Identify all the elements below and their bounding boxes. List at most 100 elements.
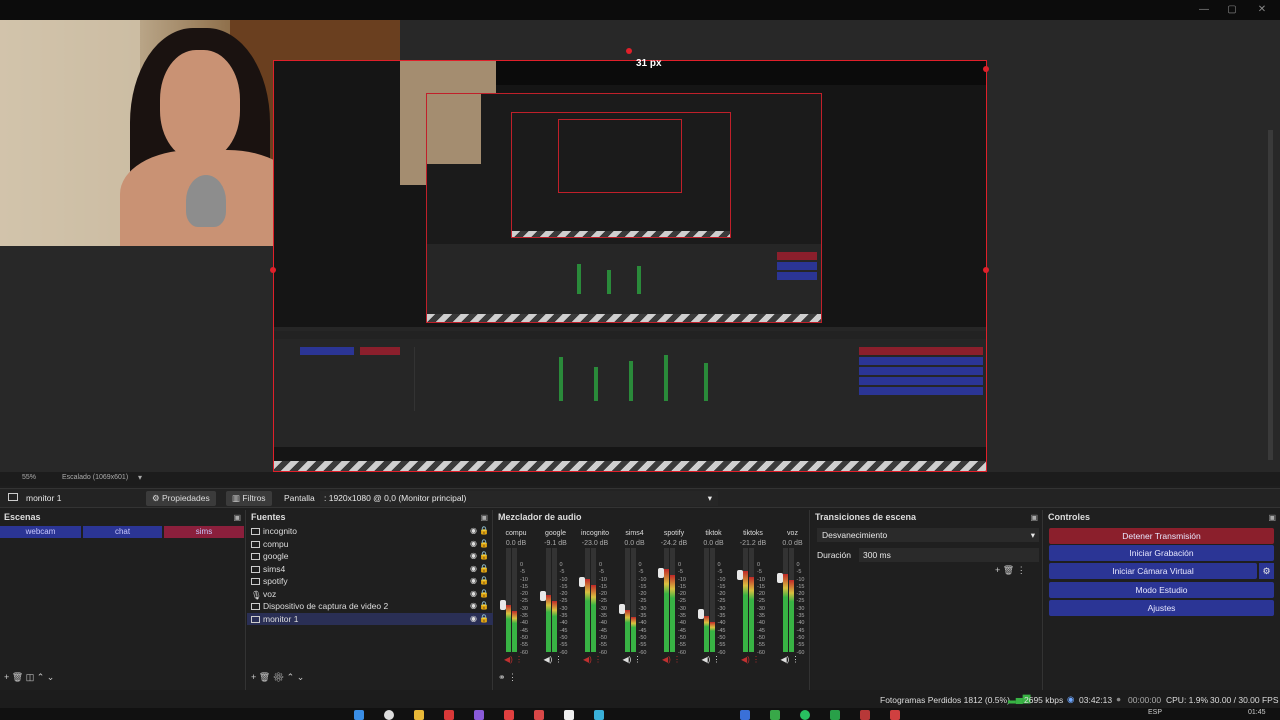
eye-icon[interactable]: ◉ (470, 525, 477, 538)
filter-icon[interactable]: ◫ (26, 672, 37, 682)
source-item[interactable]: 🎙voz ◉ 🔒 (247, 588, 493, 601)
app-icon[interactable] (860, 710, 870, 720)
speaker-icon[interactable]: ◀) ⋮ (781, 655, 800, 664)
source-item[interactable]: Dispositivo de captura de video 2 ◉ 🔒 (247, 600, 493, 613)
gear-icon[interactable]: ⚙ (273, 672, 287, 682)
eye-icon[interactable]: ◉ (470, 550, 477, 563)
studio-mode-button[interactable]: Modo Estudio (1049, 582, 1274, 598)
resize-handle-top[interactable] (626, 48, 632, 54)
app-icon[interactable] (740, 710, 750, 720)
speaker-icon[interactable]: ◀) ⋮ (662, 655, 681, 664)
duration-input[interactable]: 300 ms (859, 548, 1039, 562)
resize-handle-top-right[interactable] (983, 66, 989, 72)
scene-sims[interactable]: sims (164, 526, 244, 538)
minimize-icon[interactable]: — (1194, 3, 1214, 17)
stop-stream-button[interactable]: Detener Transmisión (1049, 528, 1274, 544)
volume-slider[interactable] (776, 572, 783, 583)
close-icon[interactable]: ✕ (1252, 3, 1272, 17)
app-icon[interactable] (534, 710, 544, 720)
settings-button[interactable]: Ajustes (1049, 600, 1274, 616)
scene-webcam[interactable]: webcam (0, 526, 81, 538)
source-item[interactable]: sims4 ◉ 🔒 (247, 563, 493, 576)
speaker-icon[interactable]: ◀) ⋮ (504, 655, 523, 664)
volume-slider[interactable] (539, 590, 546, 601)
eye-icon[interactable]: ◉ (470, 588, 477, 601)
eye-icon[interactable]: ◉ (470, 613, 477, 626)
source-item-selected[interactable]: monitor 1 ◉ 🔒 (247, 612, 493, 626)
speaker-icon[interactable]: ◀) ⋮ (623, 655, 642, 664)
resize-handle-left[interactable] (270, 267, 276, 273)
app-icon[interactable] (830, 710, 840, 720)
volume-slider[interactable] (737, 569, 743, 580)
add-icon[interactable]: + (251, 672, 259, 682)
lock-icon[interactable]: 🔒 (479, 550, 489, 563)
scene-chat[interactable]: chat (83, 526, 162, 538)
volume-slider[interactable] (500, 599, 506, 610)
app-icon[interactable] (770, 710, 780, 720)
trash-icon[interactable]: 🗑 (12, 672, 26, 682)
speaker-icon[interactable]: ◀) ⋮ (702, 655, 721, 664)
app-icon[interactable] (594, 710, 604, 720)
volume-slider[interactable] (658, 568, 664, 578)
folder-icon[interactable] (414, 710, 424, 720)
eye-icon[interactable]: ◉ (470, 538, 477, 551)
add-icon[interactable]: + (995, 565, 1003, 575)
start-recording-button[interactable]: Iniciar Grabación (1049, 545, 1274, 561)
properties-button[interactable]: ⚙ Propiedades (146, 491, 216, 506)
link-icon[interactable]: ⚭ (498, 672, 508, 682)
lock-icon[interactable]: 🔒 (479, 600, 489, 613)
transition-select[interactable]: Desvanecimiento ▾ (817, 528, 1039, 542)
virtual-camera-button[interactable]: Iniciar Cámara Virtual (1049, 563, 1257, 579)
dock-menu-icon[interactable]: ▣ (1030, 513, 1038, 522)
chevron-up-icon[interactable]: ⌃ (287, 672, 297, 682)
source-bounding-box[interactable] (273, 60, 987, 472)
source-item[interactable]: spotify ◉ 🔒 (247, 575, 493, 588)
eye-icon[interactable]: ◉ (470, 575, 477, 588)
source-item[interactable]: compu ◉ 🔒 (247, 538, 493, 551)
trash-icon[interactable]: 🗑 (1003, 565, 1017, 575)
chevron-down-icon[interactable]: ▾ (138, 473, 142, 482)
chevron-down-icon[interactable]: ⌄ (47, 672, 55, 682)
lock-icon[interactable]: 🔒 (479, 525, 489, 538)
clock[interactable]: 01:45 (1248, 709, 1266, 716)
search-icon[interactable] (384, 710, 394, 720)
windows-start-icon[interactable] (354, 710, 364, 720)
app-icon[interactable] (564, 710, 574, 720)
language-indicator[interactable]: ESP (1148, 709, 1162, 716)
preview-area[interactable]: 31 px (0, 20, 1280, 472)
app-icon[interactable] (474, 710, 484, 720)
obs-icon[interactable] (890, 710, 900, 720)
eye-icon[interactable]: ◉ (470, 563, 477, 576)
trash-icon[interactable]: 🗑 (259, 672, 273, 682)
speaker-icon[interactable]: ◀) ⋮ (741, 655, 760, 664)
add-icon[interactable]: + (4, 672, 12, 682)
zoom-level[interactable]: 55% (22, 474, 36, 481)
dock-menu-icon[interactable]: ▣ (1268, 513, 1276, 522)
volume-slider[interactable] (579, 577, 585, 587)
dock-menu-icon[interactable]: ▣ (480, 513, 488, 522)
app-icon[interactable] (800, 710, 810, 720)
speaker-icon[interactable]: ◀) ⋮ (583, 655, 602, 664)
chevron-down-icon[interactable]: ⌄ (297, 672, 305, 682)
maximize-icon[interactable]: ▢ (1222, 3, 1242, 17)
preview-scrollbar[interactable] (1268, 130, 1273, 460)
scale-label[interactable]: Escalado (1069x601) (62, 474, 128, 481)
source-item[interactable]: google ◉ 🔒 (247, 550, 493, 563)
resize-handle-right[interactable] (983, 267, 989, 273)
volume-slider[interactable] (618, 604, 625, 614)
eye-icon[interactable]: ◉ (470, 600, 477, 613)
app-icon[interactable] (444, 710, 454, 720)
app-icon[interactable] (504, 710, 514, 720)
filters-button[interactable]: ▥ Filtros (226, 491, 272, 506)
screen-select[interactable]: : 1920x1080 @ 0,0 (Monitor principal) ▾ (320, 491, 718, 506)
source-item[interactable]: incognito ◉ 🔒 (247, 525, 493, 538)
lock-icon[interactable]: 🔒 (479, 563, 489, 576)
more-icon[interactable]: ⋮ (1017, 565, 1026, 575)
volume-slider[interactable] (697, 608, 704, 619)
lock-icon[interactable]: 🔒 (479, 613, 489, 626)
dock-menu-icon[interactable]: ▣ (233, 513, 241, 522)
lock-icon[interactable]: 🔒 (479, 588, 489, 601)
gear-icon[interactable]: ⚙ (1259, 563, 1274, 579)
lock-icon[interactable]: 🔒 (479, 575, 489, 588)
chevron-up-icon[interactable]: ⌃ (37, 672, 47, 682)
